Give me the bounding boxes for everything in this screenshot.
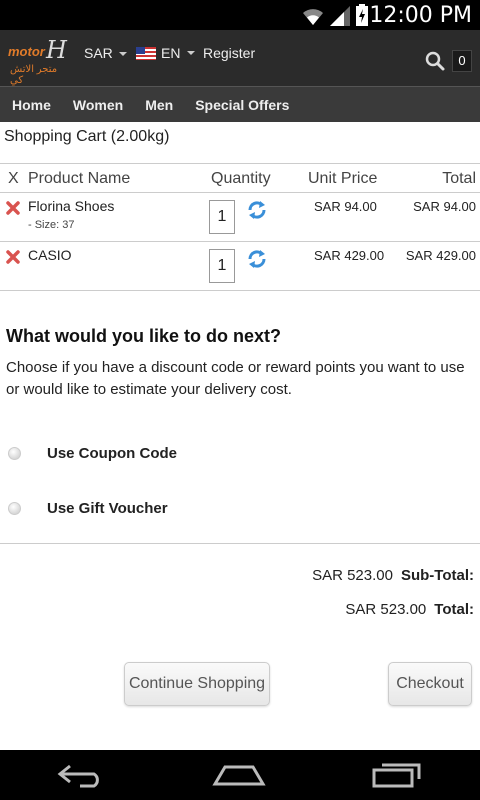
column-header-remove: X — [8, 170, 19, 187]
system-nav-bar — [0, 750, 480, 800]
unit-price: SAR 429.00 — [314, 248, 385, 263]
nav-item-home[interactable]: Home — [12, 97, 51, 113]
table-row: Florina Shoes - Size: 37 1 SAR 94.00 SAR… — [0, 193, 480, 242]
checkout-button[interactable]: Checkout — [388, 662, 472, 706]
subtotal-value: SAR 523.00 — [312, 567, 393, 584]
logo-text-primary: motor — [8, 44, 45, 59]
voucher-option-label[interactable]: Use Gift Voucher — [47, 500, 168, 517]
chevron-down-icon — [118, 52, 127, 57]
column-header-total: Total — [442, 170, 476, 187]
nav-item-men[interactable]: Men — [145, 97, 173, 113]
currency-selector[interactable]: SAR — [84, 45, 127, 61]
voucher-radio[interactable] — [8, 502, 21, 515]
refresh-icon[interactable] — [246, 199, 268, 221]
status-bar: 12:00 PM — [0, 0, 480, 30]
status-icons — [302, 4, 368, 26]
language-selector[interactable]: EN — [136, 45, 196, 61]
product-name[interactable]: Florina Shoes — [28, 198, 114, 214]
coupon-option-label[interactable]: Use Coupon Code — [47, 445, 177, 462]
column-header-unit-price: Unit Price — [308, 170, 378, 187]
cart-count-badge[interactable]: 0 — [452, 50, 472, 72]
us-flag-icon — [136, 46, 156, 60]
back-icon[interactable] — [56, 762, 104, 788]
total-row: SAR 523.00 Total: — [345, 601, 474, 618]
signal-icon — [330, 6, 350, 26]
column-header-product: Product Name — [28, 170, 131, 187]
logo-monogram: H — [46, 36, 67, 64]
main-nav: Home Women Men Special Offers — [0, 86, 480, 122]
total-value: SAR 523.00 — [345, 601, 427, 618]
remove-icon[interactable] — [6, 201, 20, 215]
total-label: Total: — [434, 601, 474, 618]
quantity-input[interactable]: 1 — [209, 200, 235, 234]
product-option: - Size: 37 — [28, 219, 75, 231]
battery-icon — [356, 4, 368, 26]
page-title: Shopping Cart (2.00kg) — [4, 128, 170, 145]
continue-shopping-button[interactable]: Continue Shopping — [124, 662, 270, 706]
subtotal-label: Sub-Total: — [400, 567, 474, 584]
home-icon[interactable] — [212, 762, 266, 788]
divider — [0, 543, 480, 544]
voucher-option[interactable]: Use Gift Voucher — [8, 500, 168, 517]
site-header: motor H متجر الاتش كي SAR EN Register 0 — [0, 30, 480, 86]
quantity-input[interactable]: 1 — [209, 249, 235, 283]
search-icon[interactable] — [424, 50, 446, 72]
wifi-icon — [303, 9, 323, 25]
coupon-option[interactable]: Use Coupon Code — [8, 445, 177, 462]
table-header: X Product Name Quantity Unit Price Total — [0, 163, 480, 193]
line-total: SAR 94.00 — [413, 199, 476, 214]
line-total: SAR 429.00 — [405, 248, 476, 263]
coupon-radio[interactable] — [8, 447, 21, 460]
logo-text-arabic: متجر الاتش كي — [10, 64, 58, 86]
table-row: CASIO 1 SAR 429.00 SAR 429.00 — [0, 242, 480, 291]
remove-icon[interactable] — [6, 250, 20, 264]
chevron-down-icon — [187, 51, 196, 55]
register-link[interactable]: Register — [203, 45, 255, 61]
next-section-description: Choose if you have a discount code or re… — [6, 359, 465, 398]
subtotal-row: SAR 523.00 Sub-Total: — [312, 567, 474, 584]
product-name[interactable]: CASIO — [28, 247, 72, 263]
column-header-quantity: Quantity — [211, 170, 271, 187]
language-label: EN — [161, 45, 181, 61]
store-logo[interactable]: motor H متجر الاتش كي — [6, 36, 72, 86]
next-section-title: What would you like to do next? — [6, 326, 281, 346]
cart-table: X Product Name Quantity Unit Price Total… — [0, 163, 480, 291]
currency-label: SAR — [84, 45, 113, 61]
clock: 12:00 PM — [369, 3, 472, 28]
refresh-icon[interactable] — [246, 248, 268, 270]
nav-item-special-offers[interactable]: Special Offers — [195, 97, 289, 113]
recent-apps-icon[interactable] — [372, 762, 422, 788]
nav-item-women[interactable]: Women — [73, 97, 123, 113]
unit-price: SAR 94.00 — [314, 199, 377, 214]
